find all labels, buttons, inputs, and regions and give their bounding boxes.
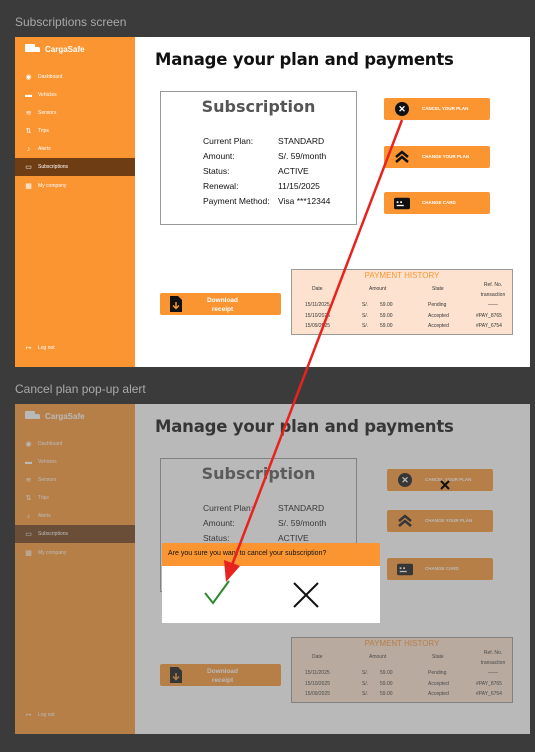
cell-date: 15/10/2025 [305, 313, 331, 319]
cell-amount: 59.00 [380, 313, 393, 319]
cancel-plan-button[interactable]: ✕ CANCEL YOUR PLAN [384, 98, 490, 120]
double-chevron-up-icon [394, 149, 410, 165]
col-header-date: Date [312, 286, 323, 292]
row-value: ACTIVE [278, 166, 309, 176]
frame-label: Cancel plan pop-up alert [15, 382, 146, 396]
change-card-button[interactable]: CHANGE CARD [384, 192, 490, 214]
sidebar-item-sensors[interactable]: ≋ Sensors [15, 104, 135, 122]
cell-state: Pending [428, 302, 447, 308]
sidebar-item-trips[interactable]: ⇅ Trips [15, 122, 135, 140]
checkmark-icon [204, 580, 230, 605]
subscription-title: Subscription [201, 97, 316, 116]
sidebar-item-dashboard[interactable]: ◉ Dashboard [15, 68, 135, 86]
change-card-label: CHANGE CARD [422, 200, 456, 205]
bell-icon: ♪ [26, 145, 31, 153]
sidebar-item-vehicles[interactable]: ▬ Vehicles [15, 86, 135, 104]
logout-link[interactable]: ↦ Log out [15, 339, 135, 357]
main-panel: Manage your plan and payments Subscripti… [135, 37, 530, 367]
card-icon: ▭ [25, 163, 32, 171]
frame-label: Subscriptions screen [15, 15, 127, 29]
change-plan-button[interactable]: CHANGE YOUR PLAN [384, 146, 490, 168]
cancel-plan-label: CANCEL YOUR PLAN [422, 106, 469, 111]
sidebar-item-alerts[interactable]: ♪ Alerts [15, 140, 135, 158]
close-icon [293, 582, 319, 608]
row-key: Payment Method: [203, 196, 270, 206]
row-value: S/. 59/month [278, 151, 327, 161]
sidebar: CargaSafe ◉ Dashboard ▬ Vehicles ≋ Sensors … [15, 37, 135, 367]
row-value: 11/15/2025 [278, 181, 320, 191]
dismiss-x-button[interactable] [292, 581, 320, 609]
cell-ref: #PAY_8765 [476, 313, 502, 319]
cell-currency: S/. [362, 323, 369, 329]
cell-currency: S/. [362, 302, 369, 308]
sidebar-item-label: Sensors [38, 110, 57, 116]
building-icon: ▦ [25, 182, 32, 190]
cell-ref: #PAY_6754 [476, 323, 502, 329]
cell-currency: S/. [362, 313, 369, 319]
close-circle-icon: ✕ [394, 101, 410, 117]
cell-amount: 59.00 [380, 302, 393, 308]
logout-icon: ↦ [25, 344, 32, 352]
cancel-confirm-dialog: Are you sure you want to cancel your sub… [162, 543, 380, 623]
confirm-check-button[interactable] [202, 578, 232, 608]
sidebar-item-my-company[interactable]: ▦ My company [15, 177, 135, 195]
sensor-icon: ≋ [25, 109, 32, 117]
logout-label: Log out [38, 345, 55, 351]
row-key: Current Plan: [203, 136, 254, 146]
sidebar-item-label: Trips [38, 128, 49, 134]
cancel-plan-popup-screen: CargaSafe ◉ Dashboard ▬ Vehicles ≋ Sensors … [15, 404, 530, 734]
dashboard-icon: ◉ [25, 73, 32, 81]
col-header-amount: Amount [369, 286, 387, 292]
download-file-icon [169, 296, 183, 313]
brand: CargaSafe [25, 44, 85, 54]
truck-logo-icon [25, 44, 40, 54]
subscription-card: Subscription Current Plan: STANDARD Amoun… [160, 91, 357, 225]
cursor-x-icon [440, 480, 450, 490]
credit-card-icon [394, 195, 410, 211]
download-receipt-button[interactable]: Download receipt [160, 293, 281, 315]
cell-ref: —— [488, 302, 498, 308]
brand-name: CargaSafe [45, 44, 85, 54]
row-value: STANDARD [278, 136, 325, 146]
dialog-question: Are you sure you want to cancel your sub… [162, 543, 380, 566]
trips-icon: ⇅ [25, 127, 32, 135]
cell-amount: 59.00 [380, 323, 393, 329]
cell-state: Accepted [428, 323, 449, 329]
subscriptions-screen: CargaSafe ◉ Dashboard ▬ Vehicles ≋ Sensors … [15, 37, 530, 367]
payment-history-title: PAYMENT HISTORY [364, 271, 440, 280]
sidebar-item-label: My company [38, 183, 67, 189]
sidebar-item-label: Vehicles [38, 92, 57, 98]
cell-date: 15/11/2025 [305, 302, 330, 308]
cell-state: Accepted [428, 313, 449, 319]
page-title: Manage your plan and payments [155, 50, 454, 69]
row-key: Renewal: [203, 181, 239, 191]
sidebar-item-label: Subscriptions [38, 164, 69, 170]
col-header-state: State [432, 286, 444, 292]
change-plan-label: CHANGE YOUR PLAN [422, 154, 470, 159]
row-value: Visa ***12344 [278, 196, 331, 206]
row-key: Status: [203, 166, 230, 176]
sidebar-item-label: Dashboard [38, 74, 63, 80]
sidebar-item-subscriptions[interactable]: ▭ Subscriptions [15, 158, 135, 176]
truck-icon: ▬ [25, 91, 32, 99]
sidebar-item-label: Alerts [38, 146, 51, 152]
download-receipt-label: Download receipt [206, 297, 239, 313]
payment-history-table: PAYMENT HISTORY Date Amount State Ref. N… [291, 269, 513, 335]
cell-date: 15/09/2025 [305, 323, 331, 329]
col-header-ref: Ref. No. transaction [480, 282, 506, 298]
row-key: Amount: [203, 151, 235, 161]
